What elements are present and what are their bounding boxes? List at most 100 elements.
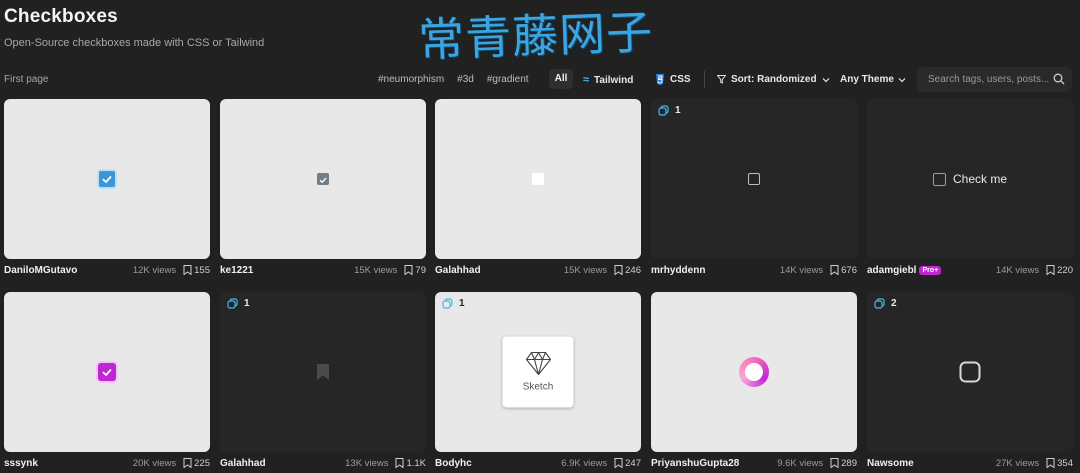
card-preview[interactable]: 1 [651, 99, 857, 259]
card-adamgiebl[interactable]: Check me adamgiebl Pro+ 14K views 220 [867, 99, 1073, 281]
bookmark-icon [183, 265, 192, 275]
bookmark-count: 220 [1057, 264, 1073, 276]
checkbox-box [932, 172, 946, 186]
card-bookmarks[interactable]: 676 [830, 265, 857, 276]
card-views: 14K views [779, 264, 824, 276]
check-me-checkbox[interactable]: Check me [932, 172, 1007, 186]
variants-icon [227, 298, 238, 309]
tag-neumorphism[interactable]: #neumorphism [378, 74, 444, 85]
search-input[interactable] [917, 67, 1072, 92]
card-bookmarks[interactable]: 225 [183, 458, 210, 469]
bookmark-count: 225 [194, 457, 210, 469]
card-bookmarks[interactable]: 79 [404, 265, 426, 276]
card-preview[interactable]: 1 Sketch [435, 292, 641, 452]
card-meta: adamgiebl Pro+ 14K views 220 [867, 262, 1073, 278]
variants-icon [874, 298, 885, 309]
gray-checked-checkbox[interactable] [317, 173, 329, 185]
card-views: 15K views [354, 264, 398, 276]
filter-css-label: CSS [670, 74, 691, 85]
card-danilomgutavo[interactable]: DaniloMGutavo 12K views 155 [4, 99, 210, 281]
card-bookmarks[interactable]: 220 [1046, 265, 1073, 276]
bookmark-icon [404, 265, 413, 275]
card-preview[interactable] [220, 99, 426, 259]
card-preview[interactable]: Check me [867, 99, 1073, 259]
variants-icon [658, 105, 669, 116]
card-bookmarks[interactable]: 289 [830, 458, 857, 469]
variants-count: 2 [891, 298, 897, 309]
tag-gradient[interactable]: #gradient [487, 74, 529, 85]
card-author[interactable]: Galahhad [220, 458, 266, 469]
outline-checkbox[interactable] [748, 173, 760, 185]
card-galahhad[interactable]: Galahhad 15K views 246 [435, 99, 641, 281]
toolbar-divider [704, 71, 705, 88]
search-icon[interactable] [1053, 73, 1065, 85]
chevron-down-icon [822, 77, 829, 82]
card-author[interactable]: ke1221 [220, 265, 253, 276]
pro-badge: Pro+ [919, 265, 942, 275]
filter-css-button[interactable]: CSS [655, 74, 691, 85]
theme-dropdown[interactable]: Any Theme [840, 74, 906, 85]
variants-count: 1 [675, 105, 681, 116]
variants-badge: 1 [658, 105, 681, 116]
card-views: 12K views [132, 264, 177, 276]
card-bookmarks[interactable]: 155 [183, 265, 210, 276]
card-views: 9.6K views [777, 457, 824, 469]
css-icon [656, 74, 664, 85]
purple-checked-checkbox[interactable] [98, 363, 116, 381]
bookmark-count: 1.1K [406, 457, 426, 469]
card-preview[interactable] [4, 292, 210, 452]
card-preview[interactable]: 1 [220, 292, 426, 452]
card-bookmarks[interactable]: 1.1K [395, 458, 426, 469]
card-meta: Galahhad 13K views 1.1K [220, 455, 426, 471]
card-bookmarks[interactable]: 354 [1046, 458, 1073, 469]
card-bodyhc[interactable]: 1 Sketch Bodyhc 6.9K views 247 [435, 292, 641, 473]
sketch-checkbox[interactable]: Sketch [502, 336, 574, 408]
card-author[interactable]: Bodyhc [435, 458, 472, 469]
bookmark-count: 246 [625, 264, 641, 276]
card-author[interactable]: Nawsome [867, 458, 914, 469]
card-nawsome[interactable]: 2 Nawsome 27K views 354 [867, 292, 1073, 473]
card-preview[interactable] [651, 292, 857, 452]
bookmark-count: 79 [415, 264, 426, 276]
card-author[interactable]: adamgiebl [867, 265, 916, 276]
blue-checked-checkbox[interactable] [99, 171, 115, 187]
bookmark-icon [830, 458, 839, 468]
card-author[interactable]: mrhyddenn [651, 265, 705, 276]
first-page-label: First page [4, 74, 49, 85]
checkmark-icon [319, 177, 327, 184]
page-subtitle: Open-Source checkboxes made with CSS or … [4, 37, 265, 49]
card-author[interactable]: DaniloMGutavo [4, 265, 77, 276]
card-priyanshugupta28[interactable]: PriyanshuGupta28 9.6K views 289 [651, 292, 857, 473]
card-galahhad-2[interactable]: 1 Galahhad 13K views 1.1K [220, 292, 426, 473]
card-author[interactable]: sssynk [4, 458, 38, 469]
white-checkbox[interactable] [532, 173, 544, 185]
rounded-checkbox[interactable] [959, 361, 981, 383]
gradient-ring-checkbox[interactable] [739, 357, 769, 387]
card-preview[interactable] [4, 99, 210, 259]
bookmark-icon [830, 265, 839, 275]
bookmark-icon [395, 458, 404, 468]
card-bookmarks[interactable]: 246 [614, 265, 641, 276]
filter-all-button[interactable]: All [549, 69, 573, 89]
card-bookmarks[interactable]: 247 [614, 458, 641, 469]
card-views: 15K views [563, 264, 608, 276]
card-author[interactable]: Galahhad [435, 265, 481, 276]
card-mrhyddenn[interactable]: 1 mrhyddenn 14K views 676 [651, 99, 857, 281]
card-views: 20K views [132, 457, 177, 469]
variants-count: 1 [459, 298, 465, 309]
variants-badge: 1 [442, 298, 465, 309]
tag-3d[interactable]: #3d [457, 74, 474, 85]
sort-label: Sort: Randomized [731, 74, 817, 85]
checkmark-icon [102, 175, 112, 184]
variants-count: 1 [244, 298, 250, 309]
card-preview[interactable] [435, 99, 641, 259]
filter-tailwind-button[interactable]: ≈ Tailwind [583, 74, 633, 86]
sort-dropdown[interactable]: Sort: Randomized [717, 74, 830, 85]
card-preview[interactable]: 2 [867, 292, 1073, 452]
card-sssynk[interactable]: sssynk 20K views 225 [4, 292, 210, 473]
card-ke1221[interactable]: ke1221 15K views 79 [220, 99, 426, 281]
card-meta: ke1221 15K views 79 [220, 262, 426, 278]
bookmark-checkbox[interactable] [317, 364, 329, 380]
card-views: 27K views [995, 457, 1040, 469]
card-author[interactable]: PriyanshuGupta28 [651, 458, 739, 469]
